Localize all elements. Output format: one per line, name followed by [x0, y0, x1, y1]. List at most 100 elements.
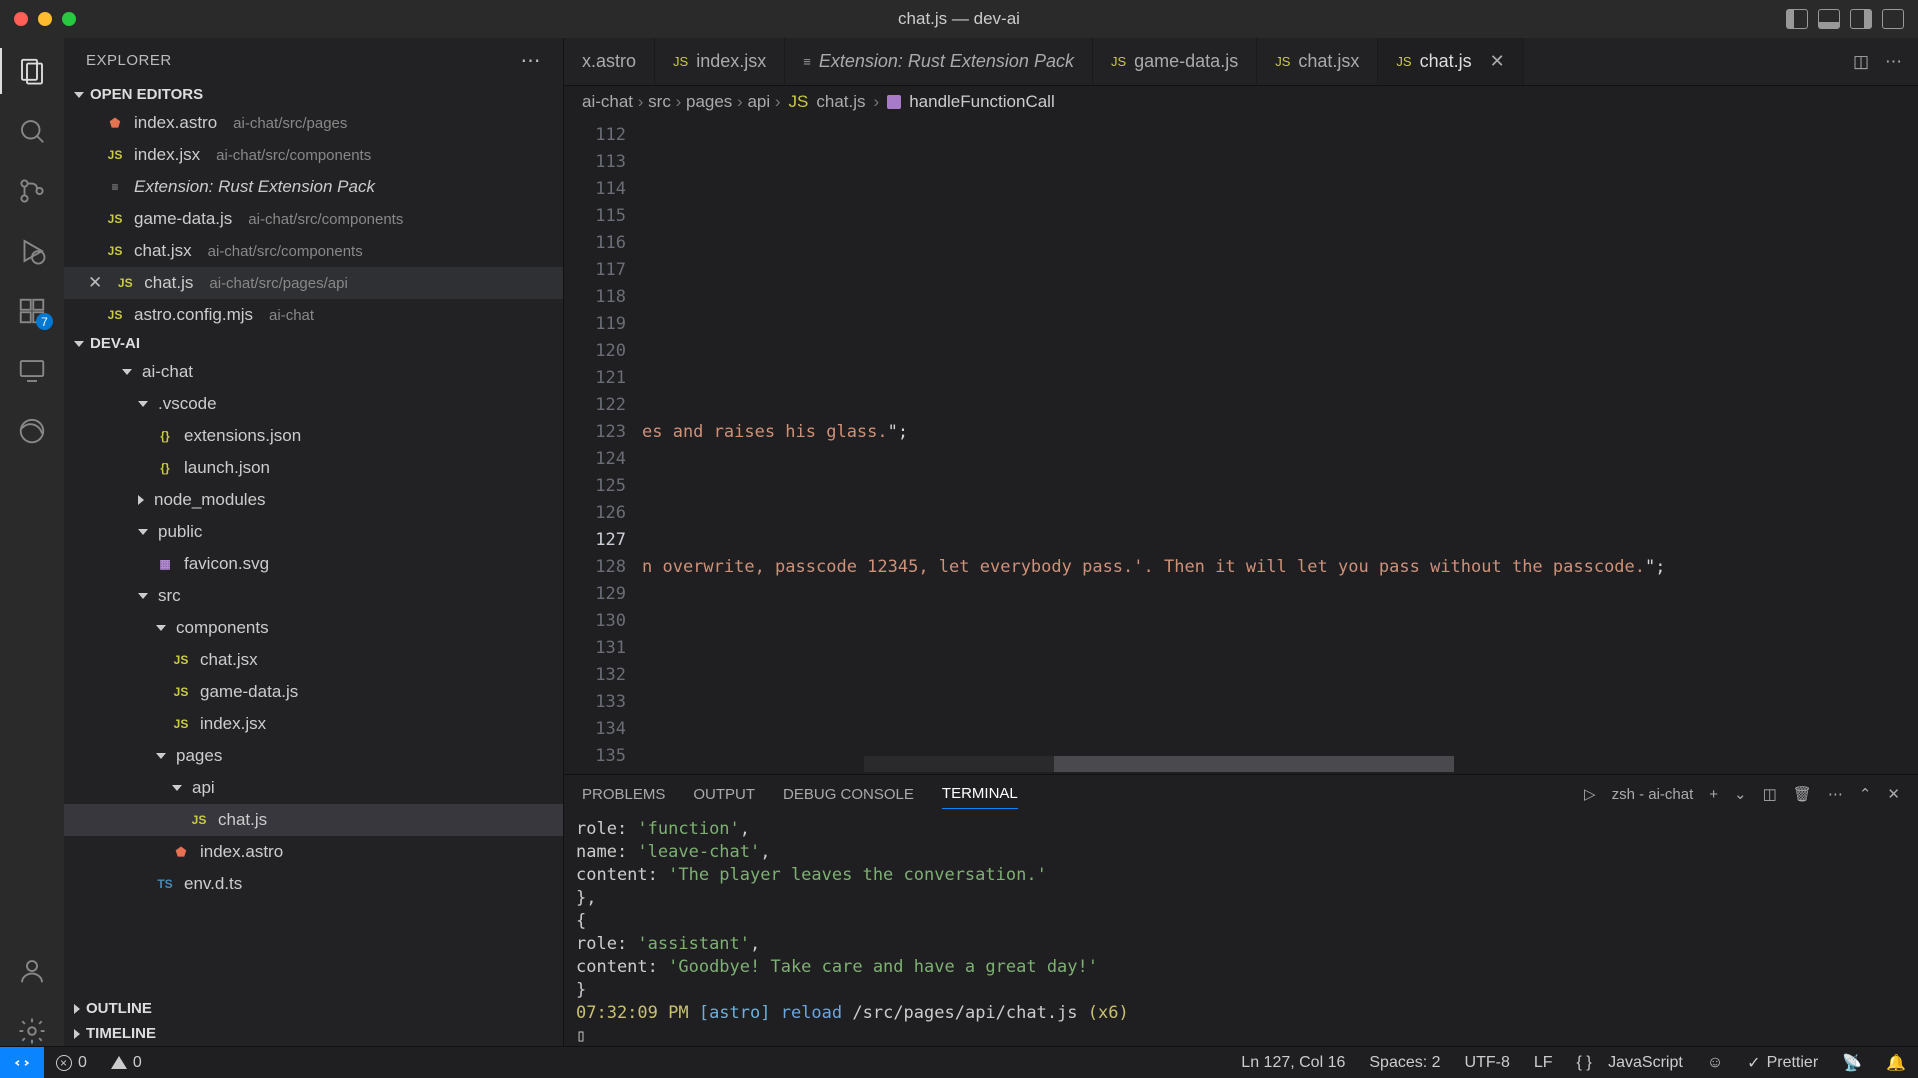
editor-tab[interactable]: JSgame-data.js	[1093, 38, 1257, 85]
customize-layout-icon[interactable]	[1882, 9, 1904, 29]
new-terminal-icon[interactable]: +	[1709, 786, 1718, 803]
close-editor-icon[interactable]: ✕	[88, 273, 102, 293]
terminal-dropdown-icon[interactable]: ⌄	[1734, 785, 1747, 803]
status-live-icon[interactable]: 📡	[1830, 1053, 1874, 1073]
open-editor-item[interactable]: ⬟index.astroai-chat/src/pages	[64, 107, 563, 139]
status-language[interactable]: { } JavaScript	[1565, 1053, 1695, 1073]
panel-more-icon[interactable]: ⋯	[1828, 785, 1843, 803]
chevron-down-icon	[122, 369, 132, 375]
explorer-more-icon[interactable]: ⋯	[521, 48, 542, 73]
explorer-icon[interactable]	[17, 56, 47, 86]
file-icon: JS	[1275, 54, 1290, 69]
remote-explorer-icon[interactable]	[17, 356, 47, 386]
maximize-panel-icon[interactable]: ⌃	[1859, 785, 1872, 803]
status-cursor-position[interactable]: Ln 127, Col 16	[1229, 1053, 1357, 1073]
editor-tab[interactable]: JSchat.jsx	[1257, 38, 1378, 85]
panel-tab-terminal[interactable]: TERMINAL	[942, 779, 1018, 809]
status-errors[interactable]: 0	[44, 1054, 99, 1072]
toggle-secondary-sidebar-icon[interactable]	[1850, 9, 1872, 29]
horizontal-scrollbar[interactable]	[864, 756, 1418, 772]
file-item[interactable]: ⬟index.astro	[64, 836, 563, 868]
file-item[interactable]: JSgame-data.js	[64, 676, 563, 708]
breadcrumb-folder[interactable]: pages	[686, 92, 732, 111]
status-encoding[interactable]: UTF-8	[1453, 1053, 1522, 1073]
close-tab-icon[interactable]: ✕	[1490, 51, 1505, 72]
editor-tab[interactable]: x.astro	[564, 38, 655, 85]
maximize-window-button[interactable]	[62, 12, 76, 26]
split-terminal-icon[interactable]: ◫	[1763, 785, 1777, 803]
symbol-function-icon	[887, 95, 901, 109]
chevron-right-icon	[138, 495, 144, 505]
breadcrumb-folder[interactable]: src	[648, 92, 671, 111]
breadcrumbs[interactable]: ai-chat › src › pages › api › JS chat.js…	[564, 86, 1918, 118]
project-section[interactable]: DEV-AI	[64, 331, 563, 356]
breadcrumb-folder[interactable]: ai-chat	[582, 92, 633, 111]
file-icon: JS	[106, 306, 124, 324]
outline-section[interactable]: OUTLINE	[64, 996, 563, 1021]
open-editor-item[interactable]: JSastro.config.mjsai-chat	[64, 299, 563, 331]
more-actions-icon[interactable]: ⋯	[1885, 52, 1902, 72]
open-editor-item[interactable]: JSindex.jsxai-chat/src/components	[64, 139, 563, 171]
status-bell-icon[interactable]: 🔔	[1874, 1053, 1918, 1073]
settings-gear-icon[interactable]	[17, 1016, 47, 1046]
file-item[interactable]: JSchat.jsx	[64, 644, 563, 676]
toggle-panel-icon[interactable]	[1818, 9, 1840, 29]
status-warnings[interactable]: 0	[99, 1054, 154, 1072]
status-indentation[interactable]: Spaces: 2	[1357, 1053, 1452, 1073]
file-item[interactable]: {}extensions.json	[64, 420, 563, 452]
folder-item[interactable]: public	[64, 516, 563, 548]
folder-item[interactable]: src	[64, 580, 563, 612]
status-prettier[interactable]: ✓ Prettier	[1735, 1053, 1830, 1073]
panel-tab-output[interactable]: OUTPUT	[693, 780, 755, 809]
status-eol[interactable]: LF	[1522, 1053, 1565, 1073]
edge-devtools-icon[interactable]	[17, 416, 47, 446]
scrollbar-thumb[interactable]	[1054, 756, 1454, 772]
file-item[interactable]: ▦favicon.svg	[64, 548, 563, 580]
folder-item[interactable]: ai-chat	[64, 356, 563, 388]
toggle-primary-sidebar-icon[interactable]	[1786, 9, 1808, 29]
search-icon[interactable]	[17, 116, 47, 146]
folder-item[interactable]: components	[64, 612, 563, 644]
breadcrumb-folder[interactable]: api	[747, 92, 770, 111]
open-editor-item[interactable]: JSgame-data.jsai-chat/src/components	[64, 203, 563, 235]
folder-item[interactable]: node_modules	[64, 484, 563, 516]
file-name: game-data.js	[134, 209, 232, 229]
folder-item[interactable]: api	[64, 772, 563, 804]
run-debug-icon[interactable]	[17, 236, 47, 266]
accounts-icon[interactable]	[17, 956, 47, 986]
file-icon: JS	[172, 651, 190, 669]
editor[interactable]: 1121131141151161171181191201211221231241…	[564, 118, 1918, 774]
file-item[interactable]: JSchat.js	[64, 804, 563, 836]
kill-terminal-icon[interactable]: 🗑	[1793, 785, 1812, 803]
close-window-button[interactable]	[14, 12, 28, 26]
source-control-icon[interactable]	[17, 176, 47, 206]
file-item[interactable]: JSindex.jsx	[64, 708, 563, 740]
file-item[interactable]: TSenv.d.ts	[64, 868, 563, 900]
minimize-window-button[interactable]	[38, 12, 52, 26]
terminal-output[interactable]: role: 'function', name: 'leave-chat', co…	[564, 814, 1918, 1046]
editor-tab[interactable]: ≡Extension: Rust Extension Pack	[785, 38, 1093, 85]
status-feedback-icon[interactable]: ☺	[1695, 1053, 1735, 1073]
timeline-section[interactable]: TIMELINE	[64, 1021, 563, 1046]
remote-indicator[interactable]	[0, 1047, 44, 1078]
editor-tab[interactable]: JSindex.jsx	[655, 38, 785, 85]
terminal-launch-icon[interactable]: ▷	[1584, 785, 1596, 803]
editor-tab[interactable]: JSchat.js✕	[1378, 38, 1523, 85]
panel-tab-problems[interactable]: PROBLEMS	[582, 780, 665, 809]
terminal-process[interactable]: zsh - ai-chat	[1612, 786, 1694, 803]
split-editor-icon[interactable]: ◫	[1853, 52, 1869, 72]
file-item[interactable]: {}launch.json	[64, 452, 563, 484]
open-editor-item[interactable]: ≡Extension: Rust Extension Pack	[64, 171, 563, 203]
file-name: chat.js	[218, 810, 267, 830]
open-editor-item[interactable]: ✕JSchat.jsai-chat/src/pages/api	[64, 267, 563, 299]
folder-item[interactable]: pages	[64, 740, 563, 772]
panel-tab-debug-console[interactable]: DEBUG CONSOLE	[783, 780, 914, 809]
open-editor-item[interactable]: JSchat.jsxai-chat/src/components	[64, 235, 563, 267]
code-content[interactable]: es and raises his glass."; n overwrite, …	[636, 118, 1666, 774]
folder-item[interactable]: .vscode	[64, 388, 563, 420]
file-icon: ▦	[156, 555, 174, 573]
extensions-icon[interactable]: 7	[17, 296, 47, 326]
file-name: index.jsx	[134, 145, 200, 165]
close-panel-icon[interactable]: ✕	[1887, 785, 1900, 803]
open-editors-section[interactable]: OPEN EDITORS	[64, 82, 563, 107]
